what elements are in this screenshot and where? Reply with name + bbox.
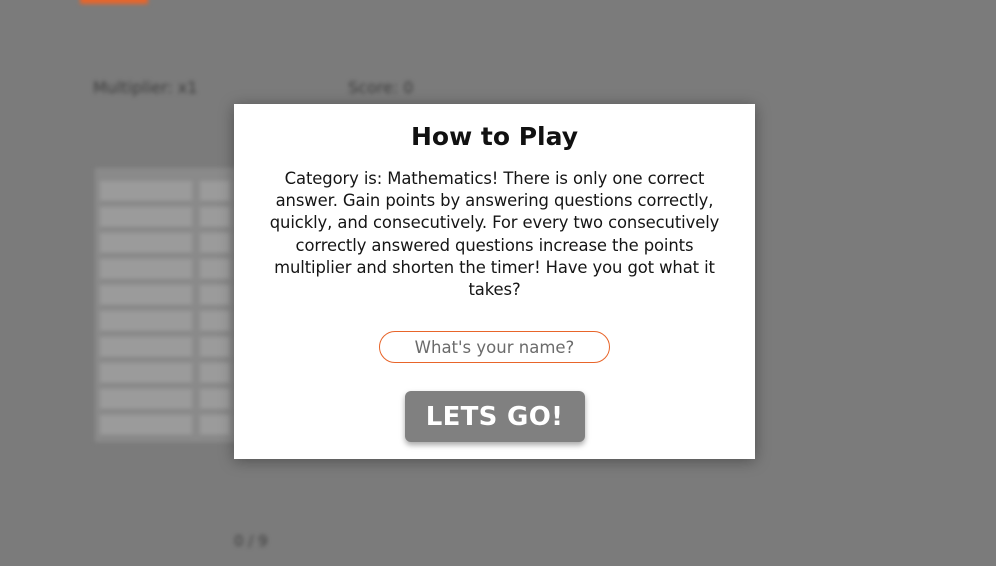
table-row [200,363,230,385]
name-input[interactable] [379,331,610,364]
table-row [200,389,230,411]
table-row [100,311,192,333]
question-progress: 0 / 9 [234,532,268,550]
modal-instructions: Category is: Mathematics! There is only … [269,169,720,300]
table-row [200,233,230,255]
table-row [100,337,192,359]
table-row [100,389,192,411]
table-row [100,285,192,307]
modal-title: How to Play [410,122,579,151]
table-row [100,181,192,203]
game-page: Multiplier: x1 Score: 0 0 / 9 How to Pla… [0,0,996,566]
table-row [100,233,192,255]
table-row [100,259,192,281]
table-row [200,259,230,281]
table-row [200,207,230,229]
multiplier-label: Multiplier: x1 [93,78,198,97]
table-row [200,415,230,437]
table-row [200,285,230,307]
table-row [100,415,192,437]
table-row [200,181,230,203]
table-row [100,363,192,385]
table-row [200,311,230,333]
table-row [100,207,192,229]
table-row [200,337,230,359]
accent-tab [80,0,148,4]
score-label: Score: 0 [348,78,414,97]
how-to-play-modal: How to Play Category is: Mathematics! Th… [234,104,755,459]
start-game-button[interactable]: LETS GO! [404,391,585,443]
